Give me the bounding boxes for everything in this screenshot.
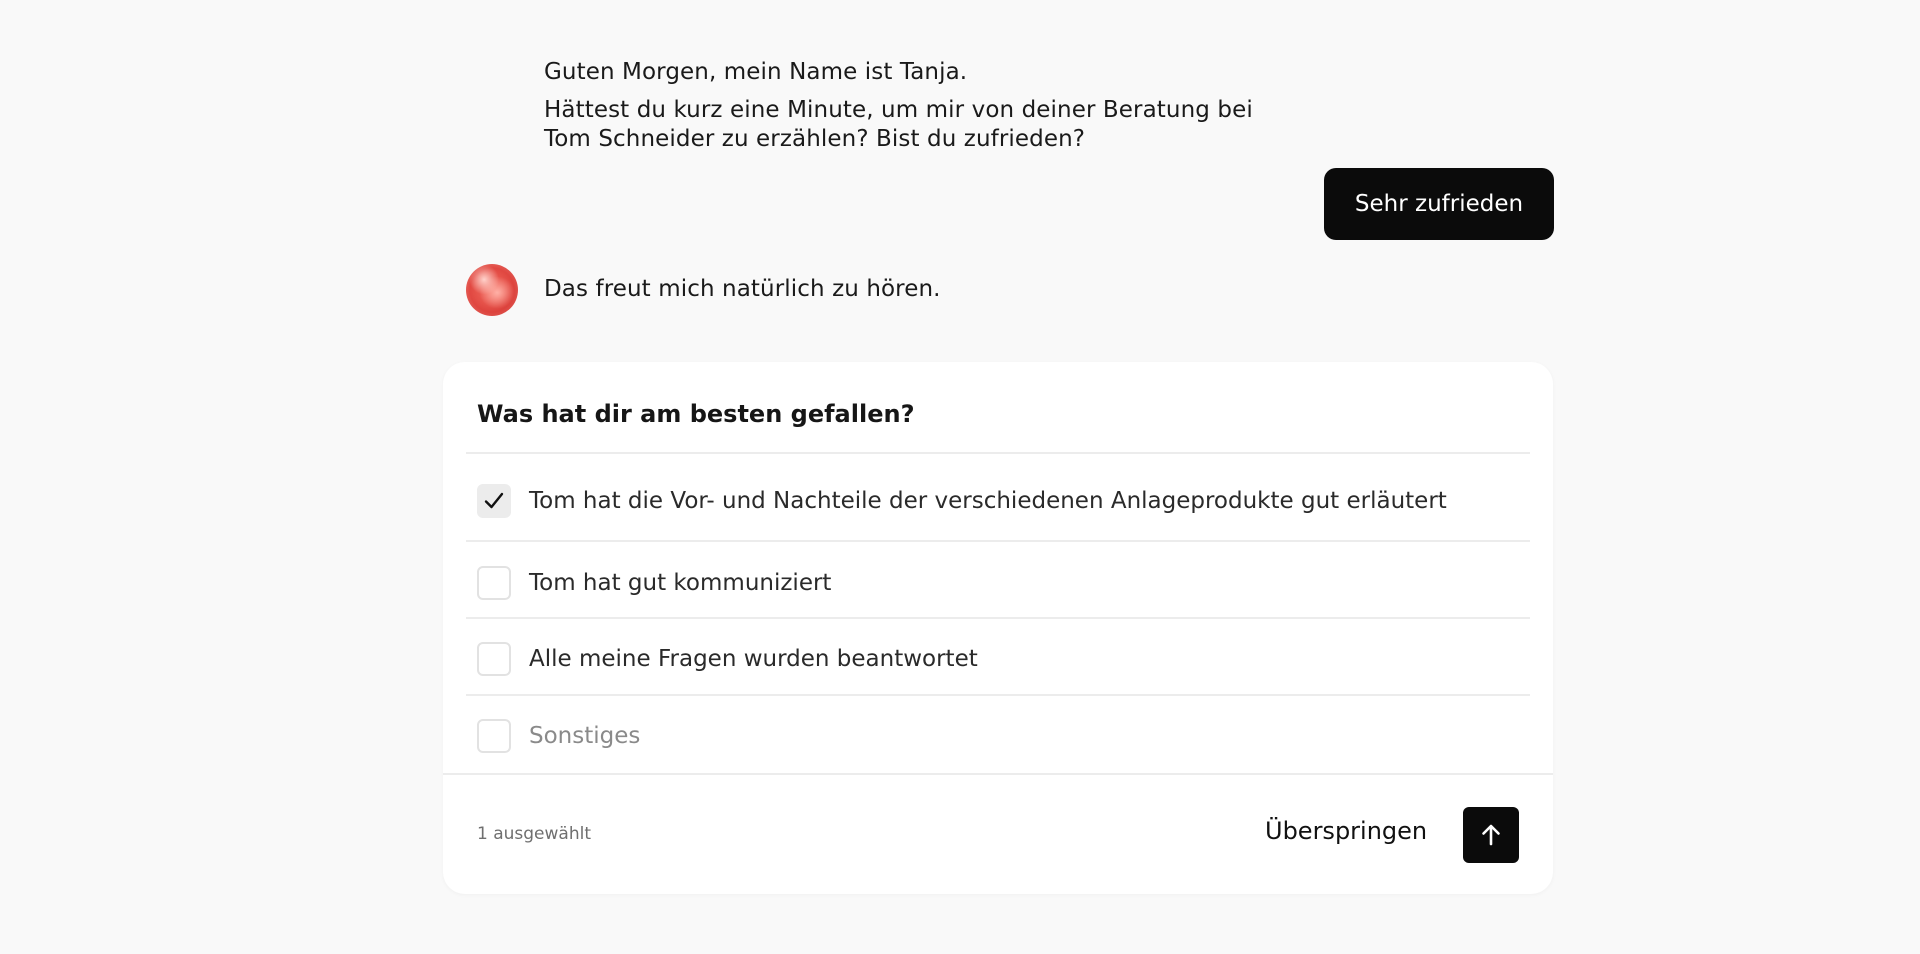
checkbox-checked[interactable] — [477, 484, 511, 518]
option-checkbox-1[interactable]: Tom hat die Vor- und Nachteile der versc… — [477, 479, 1517, 523]
assistant-avatar-icon — [466, 264, 518, 316]
divider — [466, 540, 1530, 542]
user-reply-text: Sehr zufrieden — [1354, 191, 1524, 217]
skip-button[interactable]: Überspringen — [1265, 817, 1427, 845]
footer-divider — [443, 773, 1553, 775]
divider — [466, 452, 1530, 454]
divider — [466, 694, 1530, 696]
bot-greeting: Guten Morgen, mein Name ist Tanja. — [544, 59, 968, 85]
option-checkbox-4[interactable]: Sonstiges — [477, 714, 1517, 758]
option-label: Tom hat die Vor- und Nachteile der versc… — [529, 488, 1447, 514]
checkbox-unchecked[interactable] — [477, 642, 511, 676]
selected-count: 1 ausgewählt — [477, 824, 592, 844]
option-checkbox-3[interactable]: Alle meine Fragen wurden beantwortet — [477, 637, 1517, 681]
bot-response: Das freut mich natürlich zu hören. — [544, 276, 941, 302]
option-label: Alle meine Fragen wurden beantwortet — [529, 646, 978, 672]
option-checkbox-2[interactable]: Tom hat gut kommuniziert — [477, 561, 1517, 605]
bot-question: Hättest du kurz eine Minute, um mir von … — [544, 97, 1253, 152]
arrow-up-icon — [1482, 824, 1500, 846]
divider — [466, 617, 1530, 619]
survey-card: Was hat dir am besten gefallen? Tom hat … — [443, 362, 1553, 894]
user-reply-bubble: Sehr zufrieden — [1324, 168, 1554, 240]
checkbox-unchecked[interactable] — [477, 719, 511, 753]
send-button[interactable] — [1463, 807, 1519, 863]
checkbox-unchecked[interactable] — [477, 566, 511, 600]
chat-stage: Guten Morgen, mein Name ist Tanja. Hätte… — [0, 0, 1920, 954]
survey-title: Was hat dir am besten gefallen? — [477, 400, 915, 428]
option-label: Sonstiges — [529, 723, 641, 749]
option-label: Tom hat gut kommuniziert — [529, 570, 832, 596]
checkmark-icon — [484, 492, 504, 509]
